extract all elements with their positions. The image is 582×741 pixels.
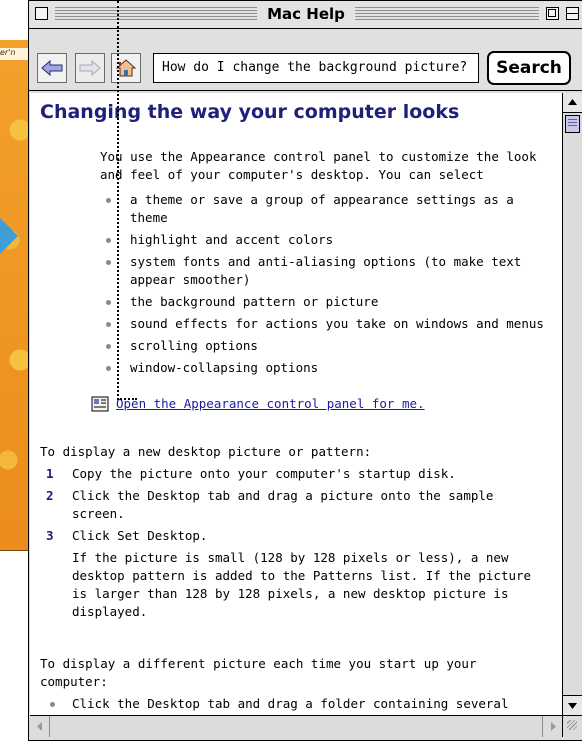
scroll-up-arrow-icon <box>568 99 577 105</box>
list-item-text: scrolling options <box>130 338 258 353</box>
background-window-label: er'n <box>0 48 30 60</box>
step-item: 2 Click the Desktop tab and drag a pictur… <box>40 487 552 523</box>
feature-list: a theme or save a group of appearance se… <box>100 191 552 381</box>
list-item-text: window-collapsing options <box>130 360 319 375</box>
window-title: Mac Help <box>257 4 355 24</box>
list-item: window-collapsing options <box>100 359 552 377</box>
back-button[interactable] <box>37 53 67 83</box>
scroll-right-button[interactable] <box>542 716 562 737</box>
callout-line-end <box>117 398 137 400</box>
scroll-thumb[interactable] <box>565 115 580 133</box>
help-content: Changing the way your computer looks You… <box>30 93 562 715</box>
bullet-icon <box>106 238 111 243</box>
step-number: 2 <box>46 488 54 503</box>
back-arrow-icon <box>41 60 63 76</box>
control-panel-icon <box>90 395 110 413</box>
search-button[interactable]: Search <box>487 51 571 85</box>
list-item-text: a theme or save a group of appearance se… <box>130 192 514 225</box>
list-item-text: Click the Desktop tab and drag a folder … <box>72 696 509 711</box>
intro-paragraph: You use the Appearance control panel to … <box>100 149 537 182</box>
steps-intro: To display a new desktop picture or patt… <box>40 444 372 459</box>
resize-grip-icon[interactable] <box>562 715 582 737</box>
home-icon <box>116 59 136 77</box>
list-item-text: highlight and accent colors <box>130 232 334 247</box>
forward-button[interactable] <box>75 53 105 83</box>
steps-list: 1 Copy the picture onto your computer's s… <box>40 465 552 625</box>
list-item: a theme or save a group of appearance se… <box>100 191 552 227</box>
step-number: 3 <box>46 528 54 543</box>
step-item: 3 Click Set Desktop. <box>40 527 552 545</box>
step-number: 1 <box>46 466 54 481</box>
step-text: Click Set Desktop. <box>72 528 208 543</box>
scroll-down-button[interactable] <box>563 695 582 715</box>
arrow-graphic <box>0 218 18 254</box>
list-item: sound effects for actions you take on wi… <box>100 315 552 333</box>
list-item: system fonts and anti-aliasing options (… <box>100 253 552 289</box>
list-item: highlight and accent colors <box>100 231 552 249</box>
bullet-icon <box>106 344 111 349</box>
forward-arrow-icon <box>79 60 101 76</box>
rotation-paragraph: To display a different picture each time… <box>40 656 477 689</box>
horizontal-scrollbar[interactable] <box>30 715 562 737</box>
bullet-icon <box>50 702 55 707</box>
list-item-text: sound effects for actions you take on wi… <box>130 316 544 331</box>
list-item-text: the background pattern or picture <box>130 294 379 309</box>
bullet-icon <box>106 300 111 305</box>
appearance-link[interactable]: Open the Appearance control panel for me… <box>90 395 425 413</box>
vertical-scrollbar[interactable] <box>562 93 582 715</box>
bullet-icon <box>106 260 111 265</box>
scroll-up-button[interactable] <box>563 93 582 113</box>
background-window[interactable]: er'n <box>0 40 31 551</box>
bullet-icon <box>106 198 111 203</box>
scroll-left-button[interactable] <box>30 716 50 737</box>
scroll-right-arrow-icon <box>551 722 556 731</box>
bullet-icon <box>106 366 111 371</box>
scroll-left-arrow-icon <box>37 722 42 731</box>
appearance-link-text[interactable]: Open the Appearance control panel for me… <box>116 395 425 413</box>
list-item: Click the Desktop tab and drag a folder … <box>40 695 552 713</box>
step-text: Click the Desktop tab and drag a picture… <box>72 488 494 521</box>
home-button[interactable] <box>111 53 141 83</box>
rotation-list: Click the Desktop tab and drag a folder … <box>40 695 552 713</box>
page-title: Changing the way your computer looks <box>40 101 460 123</box>
close-box-icon[interactable] <box>35 7 48 20</box>
list-item: the background pattern or picture <box>100 293 552 311</box>
list-item: scrolling options <box>100 337 552 355</box>
search-input[interactable]: How do I change the background picture? <box>153 53 479 83</box>
zoom-box-icon[interactable] <box>546 7 559 20</box>
mac-help-window: Mac Help How do I change the background … <box>28 0 582 741</box>
title-bar[interactable]: Mac Help <box>29 1 582 29</box>
collapse-box-icon[interactable] <box>566 7 579 20</box>
scroll-down-arrow-icon <box>568 703 577 709</box>
bullet-icon <box>106 322 111 327</box>
list-item-text: system fonts and anti-aliasing options (… <box>130 254 522 287</box>
step-item: 1 Copy the picture onto your computer's s… <box>40 465 552 483</box>
step-text: Copy the picture onto your computer's st… <box>72 466 456 481</box>
step-note: If the picture is small (128 by 128 pixe… <box>72 550 532 619</box>
callout-line <box>117 1 119 400</box>
